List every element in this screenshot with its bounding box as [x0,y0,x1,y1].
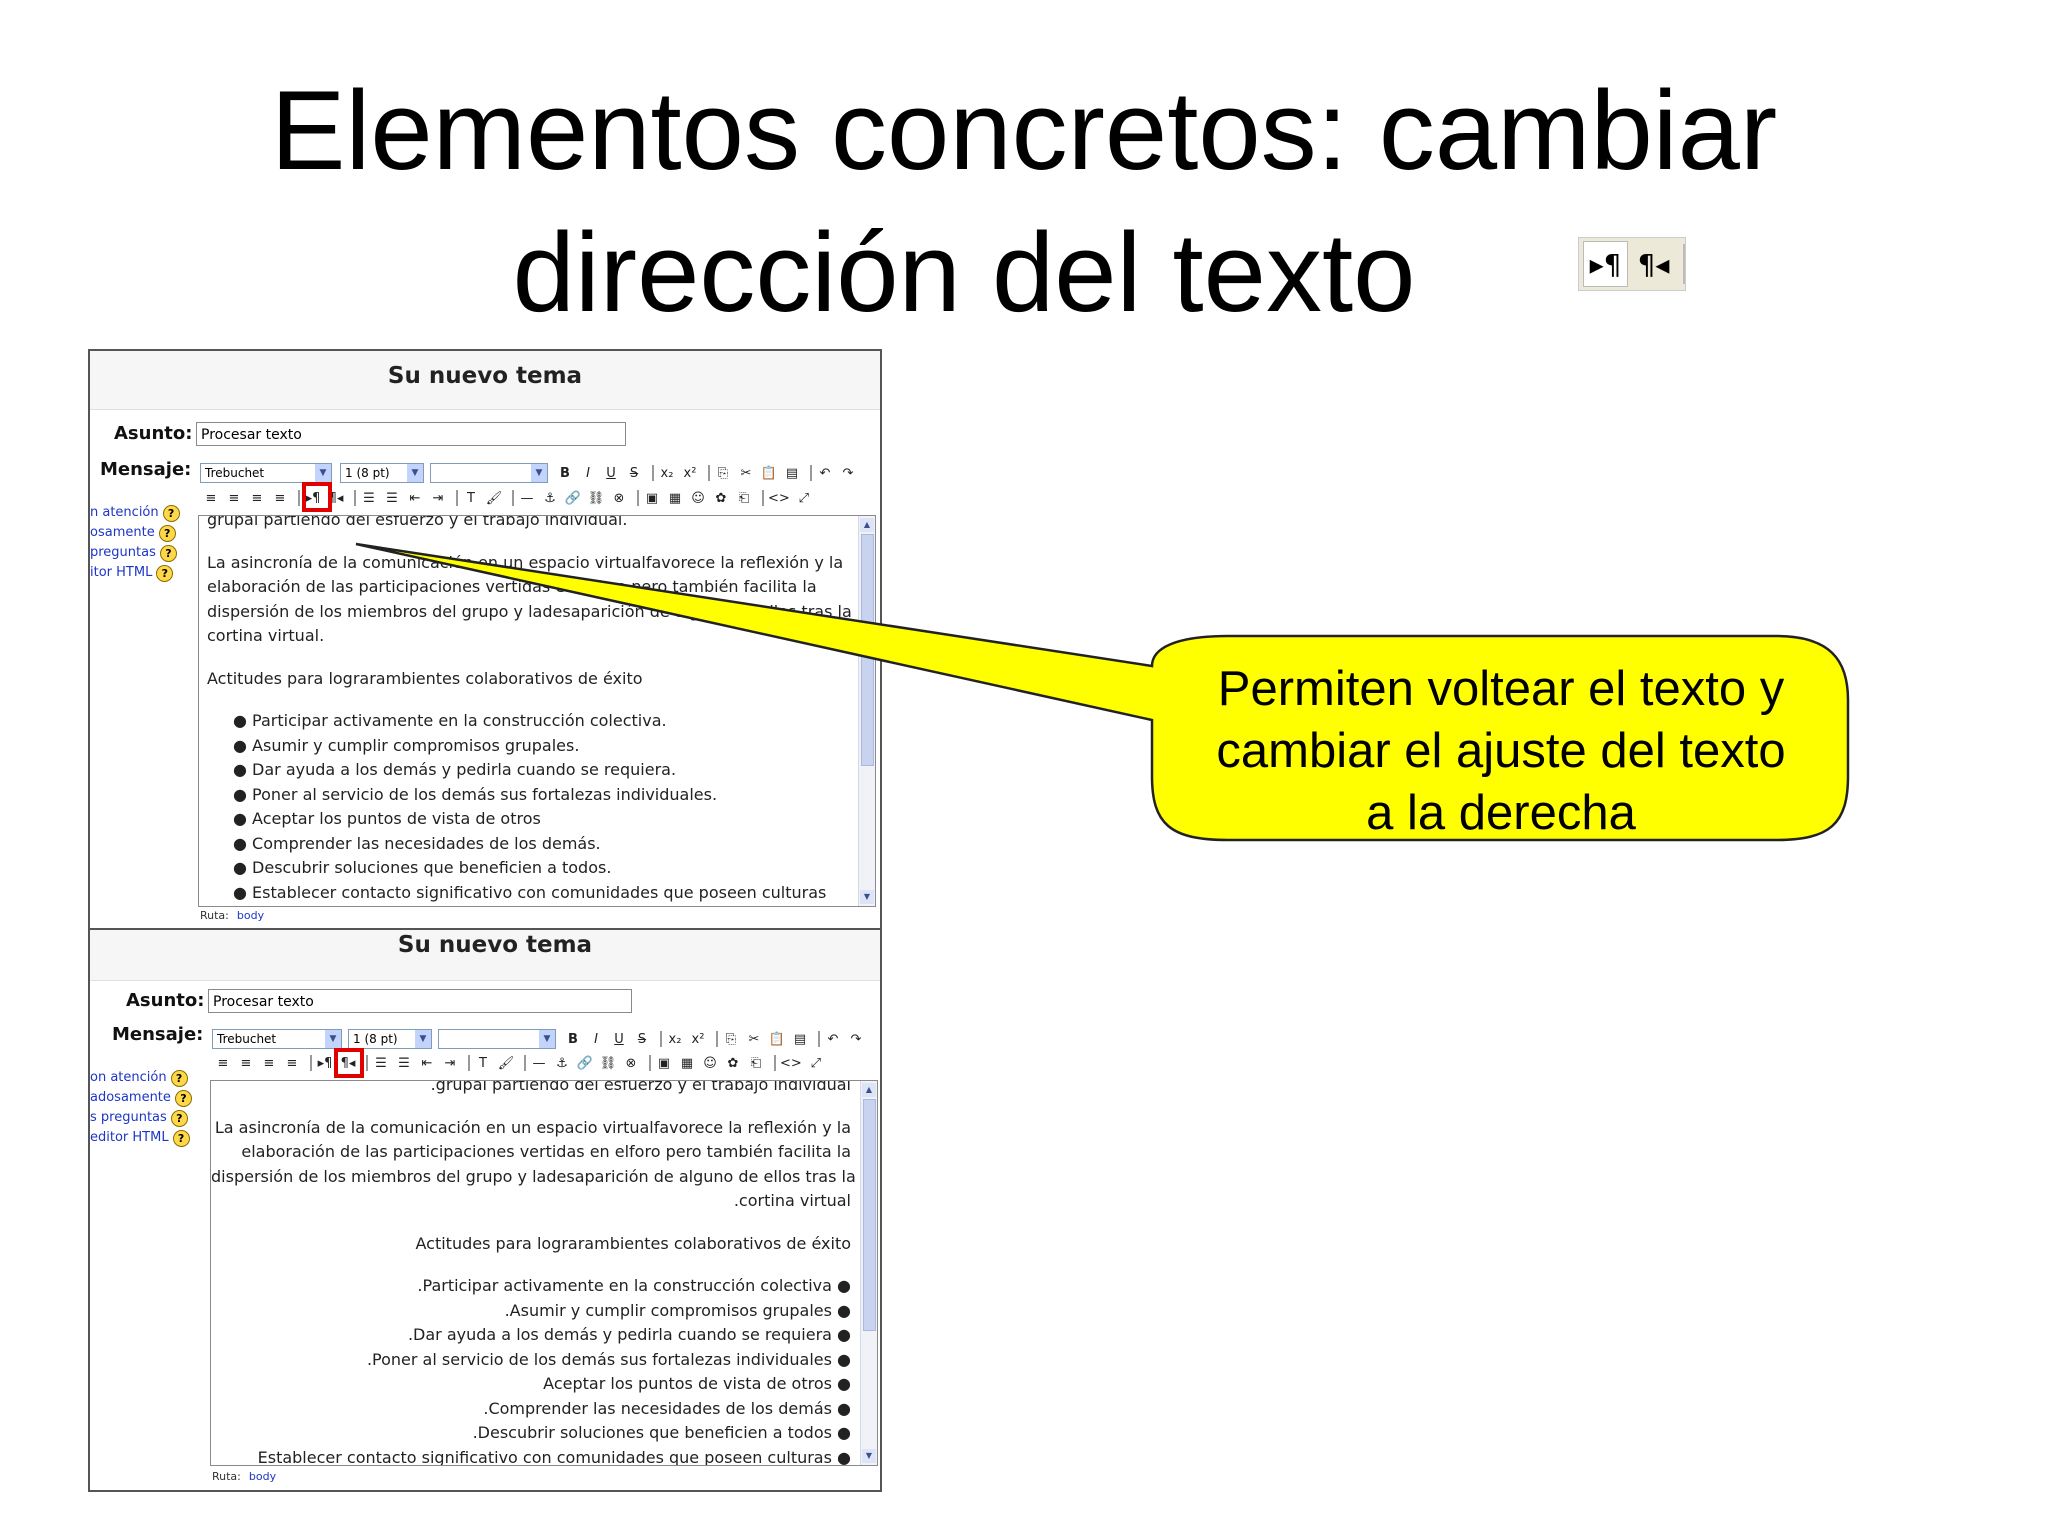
callout-line: cambiar el ajuste del texto [1216,724,1786,778]
callout-line: a la derecha [1366,786,1636,840]
callout-line: Permiten voltear el texto y [1217,662,1785,716]
callout-text: Permiten voltear el texto y cambiar el a… [1158,658,1844,844]
